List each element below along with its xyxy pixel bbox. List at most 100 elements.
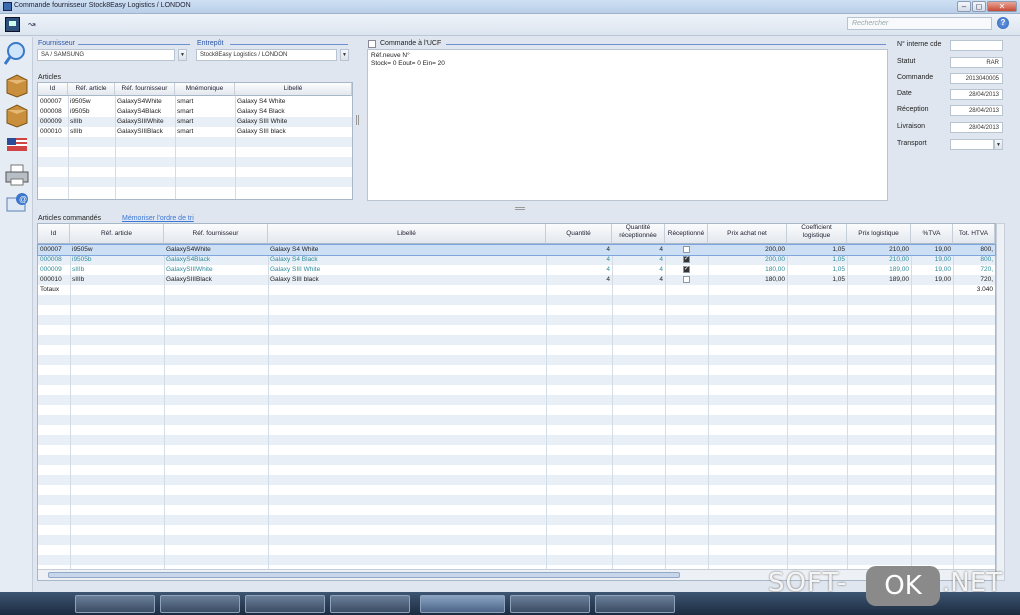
table-cell: 000008 [40, 256, 62, 263]
field-value[interactable] [950, 139, 994, 150]
col-header[interactable]: %TVA [911, 224, 953, 244]
entrepot-dropdown-button[interactable]: ▼ [340, 49, 349, 61]
table-cell: 1,05 [832, 276, 845, 283]
horizontal-scrollbar[interactable] [38, 569, 995, 580]
table-cell: 720, [980, 276, 993, 283]
table-cell: GalaxySIIIBlack [117, 128, 163, 135]
table-row[interactable]: 000008 i9505b GalaxyS4Black smart Galaxy S4 … [38, 107, 352, 117]
taskbar-item[interactable] [510, 595, 590, 613]
col-header[interactable]: Prix logistique [847, 224, 911, 244]
save-icon[interactable] [5, 17, 20, 32]
table-cell: GalaxyS4White [166, 246, 211, 253]
divider [78, 44, 190, 45]
col-header[interactable]: Coefficient logistique [787, 224, 847, 244]
taskbar-item[interactable] [75, 595, 155, 613]
taskbar-item[interactable] [245, 595, 325, 613]
watermark-ok: OK [866, 566, 940, 606]
taskbar-item-active[interactable] [420, 595, 505, 613]
col-header-mnemonique[interactable]: Mnémonique [175, 83, 235, 96]
col-header[interactable]: Quantité [546, 224, 612, 244]
receptionne-checkbox[interactable] [683, 276, 690, 283]
field-label: Transport [897, 140, 927, 147]
table-cell: Galaxy SIII black [270, 276, 319, 283]
search-input[interactable]: Rechercher [847, 17, 992, 30]
commande-ucf-checkbox[interactable] [368, 40, 376, 48]
close-button[interactable]: ✕ [987, 1, 1017, 12]
col-header-ref-fournisseur[interactable]: Réf. fournisseur [115, 83, 175, 96]
table-cell: 000009 [40, 118, 62, 125]
transport-dropdown-button[interactable]: ▼ [994, 139, 1003, 150]
col-header-libelle[interactable]: Libellé [235, 83, 352, 96]
mail-icon[interactable]: @ [4, 190, 30, 216]
receptionne-checkbox[interactable]: ✓ [683, 266, 690, 273]
memoriser-ordre-link[interactable]: Mémoriser l'ordre de tri [122, 215, 194, 222]
table-cell: 000008 [40, 108, 62, 115]
receptionne-checkbox[interactable] [683, 246, 690, 253]
horizontal-splitter[interactable] [515, 207, 525, 210]
maximize-button[interactable]: ◻ [972, 1, 986, 12]
watermark-net: .NET [942, 568, 1003, 598]
articles-title: Articles [38, 74, 61, 81]
printer-icon[interactable] [4, 162, 30, 188]
entrepot-label: Entrepôt [197, 40, 224, 47]
minimize-button[interactable]: – [957, 1, 971, 12]
field-label: Commande [897, 74, 934, 81]
table-cell: 000007 [40, 98, 62, 105]
table-row[interactable]: 000010 sIIIb GalaxySIIIBlack Galaxy SIII bl… [38, 275, 995, 285]
table-cell: 000010 [40, 128, 62, 135]
table-cell: 4 [606, 256, 610, 263]
totals-value: 3.040 [976, 286, 993, 293]
box-icon-2[interactable] [4, 102, 30, 128]
col-header[interactable]: Id [38, 224, 70, 244]
col-header[interactable]: Tot. HTVA [953, 224, 995, 244]
col-header-id[interactable]: Id [38, 83, 68, 96]
help-icon[interactable]: ? [997, 17, 1009, 29]
field-value[interactable]: 2013040005 [950, 73, 1003, 84]
taskbar-item[interactable] [330, 595, 410, 613]
col-header[interactable]: Libellé [268, 224, 546, 244]
table-row[interactable]: 000008 i9505b GalaxyS4Black Galaxy S4 Black… [38, 255, 995, 265]
table-cell: 200,00 [765, 246, 785, 253]
entrepot-field[interactable]: Stock8Easy Logistics / LONDON [196, 49, 337, 61]
col-header[interactable]: Réf. article [70, 224, 164, 244]
field-value[interactable]: 28/04/2013 [950, 122, 1003, 133]
table-row[interactable]: 000007 i9505w GalaxyS4White Galaxy S4 White… [37, 244, 996, 256]
vertical-splitter[interactable] [356, 115, 359, 125]
table-row[interactable]: 000007 i9505w GalaxyS4White smart Galaxy S4 … [38, 97, 352, 107]
fournisseur-dropdown-button[interactable]: ▼ [178, 49, 187, 61]
field-value[interactable]: 28/04/2013 [950, 89, 1003, 100]
table-cell: sIIIb [70, 128, 83, 135]
scrollbar-thumb[interactable] [48, 572, 680, 578]
fournisseur-field[interactable]: SA / SAMSUNG [37, 49, 175, 61]
table-row[interactable]: 000009 sIIIb GalaxySIIIWhite Galaxy SIII Wh… [38, 265, 995, 275]
vertical-scrollbar[interactable] [996, 223, 1005, 581]
svg-text:@: @ [19, 195, 27, 204]
table-cell: 720, [980, 266, 993, 273]
col-header[interactable]: Réceptionné [665, 224, 708, 244]
table-row[interactable]: 000009 sIIIb GalaxySIIIWhite smart Galaxy SI… [38, 117, 352, 127]
table-cell: Galaxy S4 White [270, 246, 319, 253]
table-cell: 1,05 [832, 266, 845, 273]
ordered-grid: Id Réf. article Réf. fournisseur Libellé Qua… [37, 223, 996, 581]
col-header[interactable]: Quantité réceptionnée [612, 224, 665, 244]
col-header[interactable]: Prix achat net [708, 224, 787, 244]
arrow-icon[interactable]: ↝ [28, 19, 36, 30]
receptionne-checkbox[interactable]: ✓ [683, 256, 690, 263]
field-value[interactable]: 28/04/2013 [950, 105, 1003, 116]
col-header[interactable]: Réf. fournisseur [164, 224, 268, 244]
search-magnifier-icon[interactable] [3, 40, 30, 66]
field-value[interactable]: RAR [950, 57, 1003, 68]
table-cell: 19,00 [934, 246, 951, 253]
taskbar-item[interactable] [595, 595, 675, 613]
notes-textarea[interactable]: Réf.neuve N° Stock= 0 Eout= 0 Ein= 20 [367, 49, 888, 201]
table-cell: Galaxy S4 Black [270, 256, 318, 263]
table-cell: GalaxyS4White [117, 98, 162, 105]
table-row[interactable]: 000010 sIIIb GalaxySIIIBlack smart Galaxy SI… [38, 127, 352, 137]
field-value[interactable] [950, 40, 1003, 51]
box-icon[interactable] [4, 72, 30, 98]
taskbar-item[interactable] [160, 595, 240, 613]
table-cell: 800, [980, 246, 993, 253]
table-cell: Galaxy SIII black [237, 128, 286, 135]
col-header-ref-article[interactable]: Réf. article [68, 83, 115, 96]
flag-icon[interactable] [4, 132, 30, 158]
